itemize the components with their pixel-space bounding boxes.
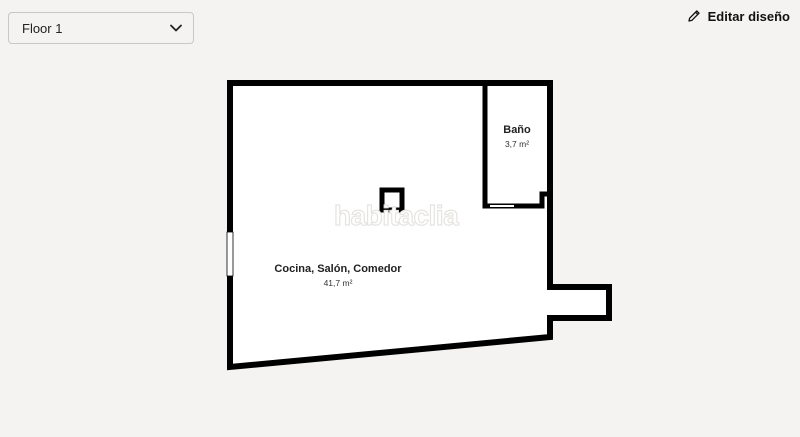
room-bath-name: Baño [503, 124, 531, 136]
room-bath-area: 3,7 m² [505, 139, 529, 149]
floor-select[interactable]: Floor 1 [8, 12, 194, 44]
window [226, 231, 234, 277]
floor-plan: habitaclia Cocina, Salón, Comedor 41,7 m… [226, 80, 612, 371]
room-main-area: 41,7 m² [324, 278, 353, 288]
pencil-icon [687, 9, 701, 23]
edit-design-button[interactable]: Editar diseño [687, 6, 790, 26]
edit-design-label: Editar diseño [707, 8, 790, 24]
chevron-down-icon [169, 21, 183, 35]
floor-select-value: Floor 1 [22, 20, 63, 36]
room-main-name: Cocina, Salón, Comedor [274, 263, 402, 275]
watermark-logo: habitaclia [334, 200, 459, 231]
